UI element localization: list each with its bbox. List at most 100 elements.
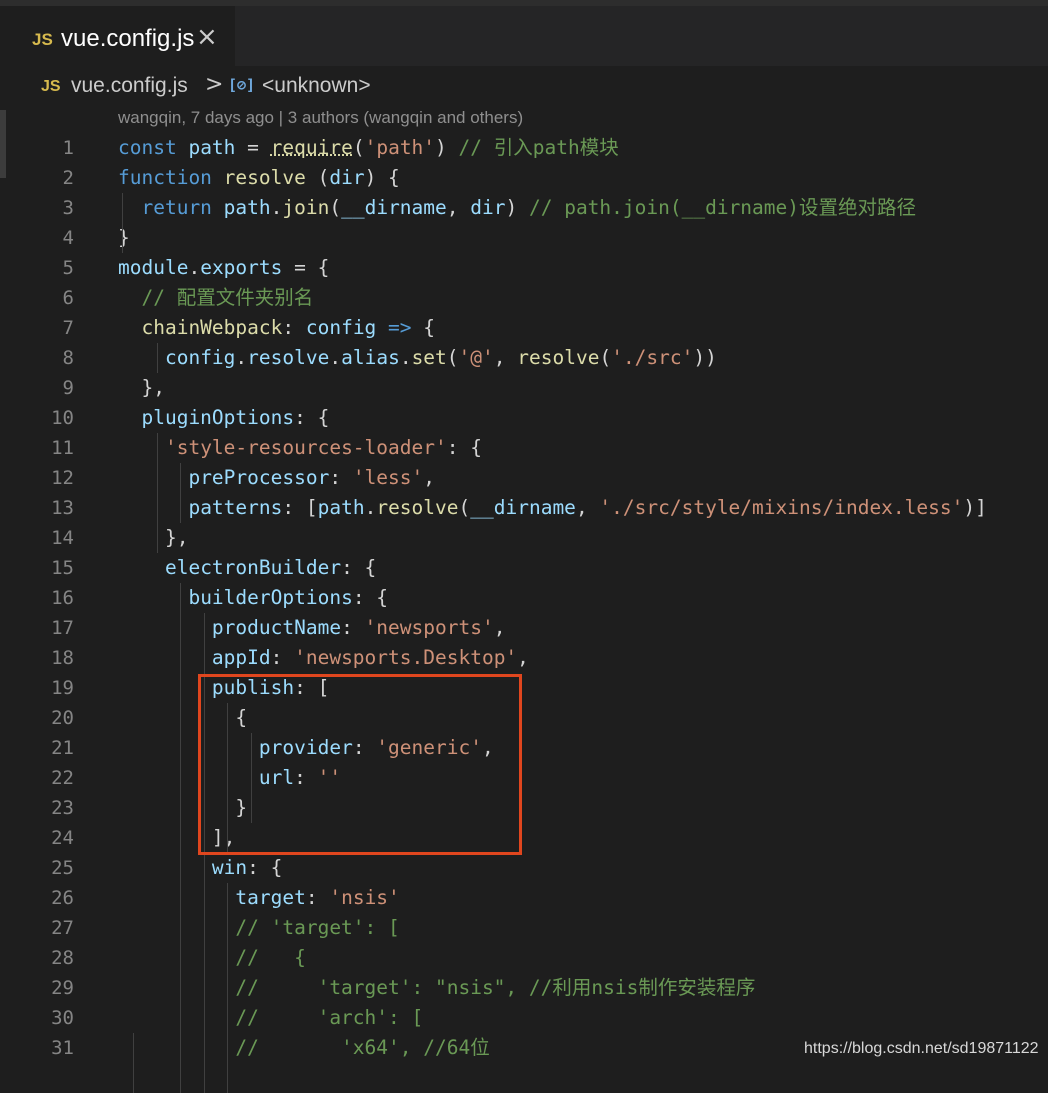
code-token: resolve (223, 166, 306, 189)
close-icon[interactable]: × (196, 22, 218, 52)
javascript-file-icon: JS (41, 78, 61, 95)
line-number: 23 (51, 797, 74, 819)
code-token: }, (118, 376, 165, 399)
code-line[interactable]: 21 provider: 'generic', (0, 733, 1048, 763)
code-text: }, (118, 523, 189, 553)
code-line[interactable]: 30 // 'arch': [ (0, 1003, 1048, 1033)
variable-symbol-icon: [⊘] (228, 76, 256, 94)
code-line[interactable]: 18 appId: 'newsports.Desktop', (0, 643, 1048, 673)
line-number: 19 (51, 677, 74, 699)
code-line[interactable]: 20 { (0, 703, 1048, 733)
code-token: : (341, 616, 365, 639)
code-line[interactable]: 29 // 'target': "nsis", //利用nsis制作安装程序 (0, 973, 1048, 1003)
code-token: ( (458, 496, 471, 519)
indent-guide (121, 193, 123, 253)
code-line[interactable]: 3 return path.join(__dirname, dir) // pa… (0, 193, 1048, 223)
code-line[interactable]: 15 electronBuilder: { (0, 553, 1048, 583)
line-number: 9 (62, 377, 74, 399)
line-number: 2 (62, 167, 74, 189)
line-number: 8 (62, 347, 74, 369)
code-line[interactable]: 17 productName: 'newsports', (0, 613, 1048, 643)
code-token: config (164, 346, 236, 369)
code-line[interactable]: 6 // 配置文件夹别名 (0, 283, 1048, 313)
code-token: path (223, 196, 271, 219)
line-number: 3 (62, 197, 74, 219)
code-token: ) { (364, 166, 400, 189)
line-number: 24 (51, 827, 74, 849)
indent-guide (180, 583, 182, 1093)
line-number: 11 (51, 437, 74, 459)
git-blame-codelens[interactable]: wangqin, 7 days ago | 3 authors (wangqin… (118, 108, 523, 128)
code-token: electronBuilder (164, 556, 342, 579)
code-token: , (493, 346, 518, 369)
code-token: : [ (282, 496, 318, 519)
code-token: . (270, 196, 283, 219)
line-number: 29 (51, 977, 74, 999)
indent-guide (227, 883, 229, 1093)
code-line[interactable]: 19 publish: [ (0, 673, 1048, 703)
code-line[interactable]: 7 chainWebpack: config => { (0, 313, 1048, 343)
indent-guide (180, 463, 182, 523)
code-line[interactable]: 10 pluginOptions: { (0, 403, 1048, 433)
code-token: productName (211, 616, 342, 639)
line-number: 13 (51, 497, 74, 519)
line-number: 14 (51, 527, 74, 549)
code-text: builderOptions: { (118, 583, 388, 613)
code-token: // path.join(__dirname)设置绝对路径 (528, 196, 917, 219)
code-line[interactable]: 26 target: 'nsis' (0, 883, 1048, 913)
code-text: }, (118, 373, 165, 403)
breadcrumb-file[interactable]: vue.config.js (71, 74, 188, 98)
code-token: : { (352, 586, 389, 609)
code-line[interactable]: 27 // 'target': [ (0, 913, 1048, 943)
line-number: 6 (62, 287, 74, 309)
code-token: ( (352, 136, 365, 159)
code-token: : (305, 886, 330, 909)
code-token: : { (247, 856, 283, 879)
line-number: 18 (51, 647, 74, 669)
line-number: 17 (51, 617, 74, 639)
line-number: 16 (51, 587, 74, 609)
code-text: preProcessor: 'less', (118, 463, 435, 493)
code-line[interactable]: 25 win: { (0, 853, 1048, 883)
code-line[interactable]: 5 module.exports = { (0, 253, 1048, 283)
code-token: preProcessor (188, 466, 330, 489)
javascript-file-icon: JS (32, 30, 53, 49)
code-line[interactable]: 9 }, (0, 373, 1048, 403)
editor-tab-bar: JS vue.config.js × (0, 6, 1048, 66)
line-number: 21 (51, 737, 74, 759)
code-token: // 'target': [ (118, 916, 400, 939)
line-number: 5 (62, 257, 74, 279)
code-line[interactable]: 22 url: '' (0, 763, 1048, 793)
code-token: , (423, 466, 436, 489)
code-token: )) (693, 346, 717, 369)
code-token: ) (435, 136, 459, 159)
code-token: __dirname (341, 196, 447, 219)
tab-vue-config[interactable]: JS vue.config.js × (0, 6, 235, 66)
code-token: , (575, 496, 600, 519)
code-line[interactable]: 1 const path = require('path') // 引入path模… (0, 133, 1048, 163)
code-text: config.resolve.alias.set('@', resolve('.… (118, 343, 717, 373)
code-line[interactable]: 23 } (0, 793, 1048, 823)
code-token: path (188, 136, 236, 159)
code-token: resolve (376, 496, 459, 519)
line-number: 28 (51, 947, 74, 969)
code-token: 'path' (364, 136, 436, 159)
line-number: 12 (51, 467, 74, 489)
code-line[interactable]: 24 ], (0, 823, 1048, 853)
code-token: : { (294, 406, 330, 429)
code-token: win (211, 856, 248, 879)
code-token: : (282, 316, 306, 339)
code-line[interactable]: 16 builderOptions: { (0, 583, 1048, 613)
code-token: ( (329, 196, 342, 219)
code-line[interactable]: 4} (0, 223, 1048, 253)
code-token: // 'x64', //64位 (118, 1036, 490, 1059)
code-line[interactable]: 2 function resolve (dir) { (0, 163, 1048, 193)
code-token: 'less' (352, 466, 424, 489)
breadcrumb-symbol[interactable]: <unknown> (262, 74, 371, 98)
code-line[interactable]: 28 // { (0, 943, 1048, 973)
code-token: resolve (517, 346, 600, 369)
code-token: ( (599, 346, 612, 369)
